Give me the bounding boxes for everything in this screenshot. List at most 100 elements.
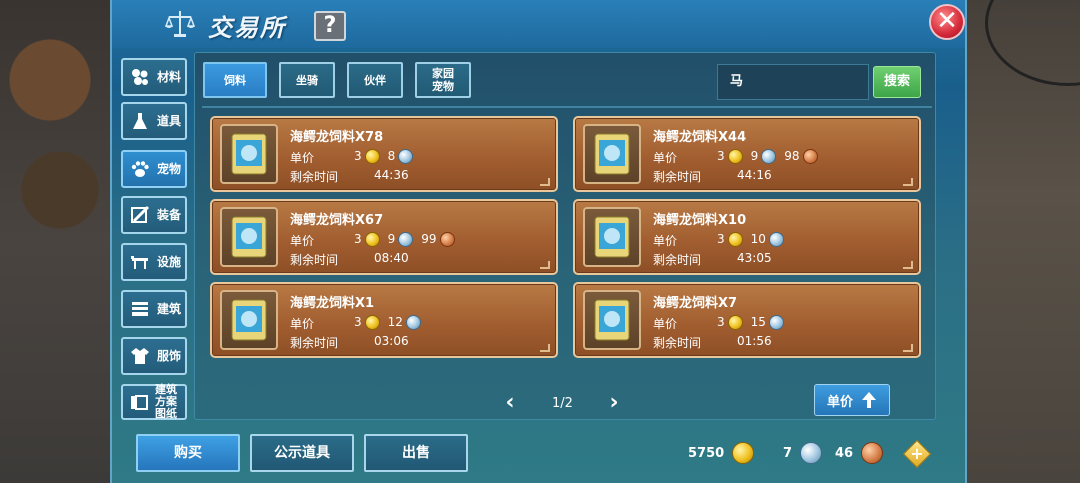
unit-price: 3 15: [717, 313, 792, 331]
time-remaining: 43:05: [737, 251, 772, 265]
feed-bag-icon: [583, 124, 641, 184]
price-label: 单价: [653, 151, 678, 165]
listing-card[interactable]: 海鳄龙饲料X44 单价 3 9 98 剩余时间 44:16: [573, 116, 921, 192]
unit-price: 3 8: [354, 147, 421, 165]
gold-balance: 5750: [688, 442, 762, 464]
sort-arrow-icon: [862, 392, 876, 408]
sort-label: 单价: [826, 394, 853, 410]
time-remaining: 44:16: [737, 168, 772, 182]
clothing-icon: [129, 345, 151, 367]
tab-partners[interactable]: 伙伴: [347, 62, 403, 98]
item-name: 海鳄龙饲料X7: [653, 296, 738, 311]
listing-card[interactable]: 海鳄龙饲料X78 单价 3 8 剩余时间 44:36: [210, 116, 558, 192]
corner-mark-icon: [903, 178, 913, 186]
sidebar-item-buildings[interactable]: 建筑: [121, 290, 187, 328]
price-label: 单价: [653, 234, 678, 248]
listing-card[interactable]: 海鳄龙饲料X1 单价 3 12 剩余时间 03:06: [210, 282, 558, 358]
tab-feed[interactable]: 饲料: [203, 62, 267, 98]
silver-amount: 15: [750, 315, 766, 329]
item-name: 海鳄龙饲料X10: [653, 213, 747, 228]
unit-price: 3 12: [354, 313, 429, 331]
time-label: 剩余时间: [290, 253, 339, 267]
listing-card[interactable]: 海鳄龙饲料X7 单价 3 15 剩余时间 01:56: [573, 282, 921, 358]
background-left-scene: [0, 0, 112, 483]
sidebar-item-label: 材料: [157, 69, 182, 84]
equipment-icon: [129, 204, 151, 226]
silver-coin-icon: [761, 148, 777, 164]
buy-button[interactable]: 购买: [136, 434, 240, 472]
sidebar-item-label: 装备: [157, 207, 182, 222]
gold-coin-icon: [364, 148, 380, 164]
gold-amount: 3: [717, 315, 725, 329]
gold-amount: 3: [354, 315, 362, 329]
plus-icon: +: [910, 444, 924, 463]
balance-scale-icon: [164, 11, 196, 37]
copper-balance: 46: [835, 442, 891, 464]
close-button[interactable]: ✕: [929, 4, 965, 40]
time-label: 剩余时间: [653, 253, 702, 267]
gold-coin-icon: [727, 314, 743, 330]
search-input[interactable]: 马: [717, 64, 869, 100]
sidebar-item-items[interactable]: 道具: [121, 102, 187, 140]
gold-amount: 3: [717, 149, 725, 163]
gold-amount: 3: [354, 149, 362, 163]
listing-card[interactable]: 海鳄龙饲料X67 单价 3 9 99 剩余时间 08:40: [210, 199, 558, 275]
copper-coin-icon: [439, 231, 455, 247]
corner-mark-icon: [903, 344, 913, 352]
listing-card[interactable]: 海鳄龙饲料X10 单价 3 10 剩余时间 43:05: [573, 199, 921, 275]
search-button[interactable]: 搜索: [873, 66, 921, 98]
time-label: 剩余时间: [290, 336, 339, 350]
silver-coin-icon: [768, 231, 784, 247]
sidebar-item-materials[interactable]: 材料: [121, 58, 187, 96]
sidebar-item-label: 设施: [157, 254, 182, 269]
corner-mark-icon: [540, 178, 550, 186]
gold-coin-icon: [727, 231, 743, 247]
copper-coin-icon: [861, 442, 884, 464]
gold-coin-icon: [364, 231, 380, 247]
sidebar-item-clothing[interactable]: 服饰: [121, 337, 187, 375]
silver-balance-value: 7: [783, 445, 793, 461]
sell-button[interactable]: 出售: [364, 434, 468, 472]
time-remaining: 44:36: [374, 168, 409, 182]
prev-page-button[interactable]: ‹: [502, 392, 518, 414]
gold-amount: 3: [717, 232, 725, 246]
silver-amount: 12: [387, 315, 403, 329]
copper-amount: 98: [784, 149, 800, 163]
tab-home-pets[interactable]: 家园宠物: [415, 62, 471, 98]
background-right-scene: [965, 0, 1080, 483]
tab-mounts[interactable]: 坐骑: [279, 62, 335, 98]
item-name: 海鳄龙饲料X1: [290, 296, 375, 311]
gold-balance-value: 5750: [688, 445, 725, 461]
silver-amount: 9: [387, 232, 396, 246]
sidebar-item-equipment[interactable]: 装备: [121, 196, 187, 234]
time-label: 剩余时间: [653, 170, 702, 184]
sidebar-item-label: 建筑方案图纸: [155, 383, 177, 420]
gold-coin-icon: [732, 442, 755, 464]
next-page-button[interactable]: ›: [606, 392, 622, 414]
facility-icon: [129, 251, 151, 273]
showcase-items-button[interactable]: 公示道具: [250, 434, 354, 472]
silver-coin-icon: [398, 231, 414, 247]
silver-amount: 8: [387, 149, 396, 163]
feed-bag-icon: [583, 207, 641, 267]
time-remaining: 08:40: [374, 251, 409, 265]
sort-by-price-button[interactable]: 单价: [814, 384, 890, 416]
feed-bag-icon: [220, 124, 278, 184]
silver-balance: 7: [783, 442, 830, 464]
help-button[interactable]: ?: [314, 11, 346, 41]
materials-icon: [129, 66, 151, 88]
flask-icon: [129, 110, 151, 132]
trading-house-panel: 交易所 ? ✕ 材料 道具 宠物 装备 设施 建筑 服饰 建筑方案图纸 饲料 坐…: [110, 0, 967, 483]
unit-price: 3 10: [717, 230, 792, 248]
sidebar-item-pets[interactable]: 宠物: [121, 150, 187, 188]
unit-price: 3 9 99: [354, 230, 463, 248]
sidebar-item-label: 建筑: [157, 301, 182, 316]
time-remaining: 03:06: [374, 334, 409, 348]
sidebar-item-facilities[interactable]: 设施: [121, 243, 187, 281]
unit-price: 3 9 98: [717, 147, 826, 165]
gold-coin-icon: [364, 314, 380, 330]
add-currency-button[interactable]: +: [902, 439, 932, 469]
silver-coin-icon: [405, 314, 421, 330]
gold-amount: 3: [354, 232, 362, 246]
sidebar-item-blueprints[interactable]: 建筑方案图纸: [121, 384, 187, 420]
